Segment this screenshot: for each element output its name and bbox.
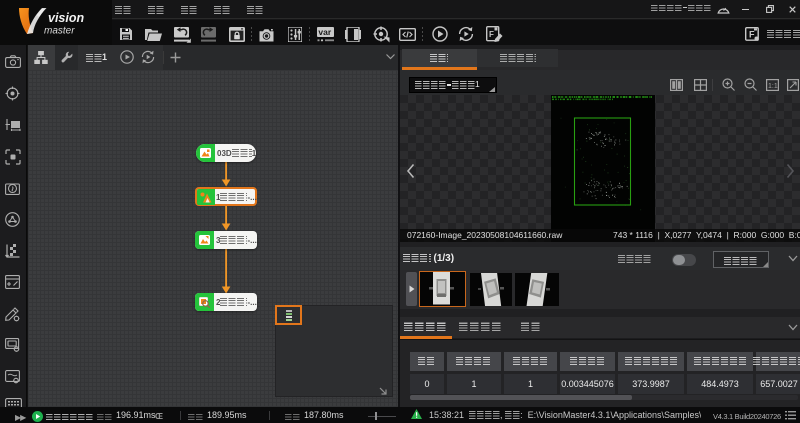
svg-text:1:1: 1:1 (768, 83, 778, 90)
svg-text:F: F (489, 30, 494, 39)
svg-text:var: var (318, 27, 331, 37)
svg-text:vision: vision (48, 11, 84, 25)
svg-text:master: master (44, 26, 75, 37)
svg-text:F: F (749, 30, 755, 40)
